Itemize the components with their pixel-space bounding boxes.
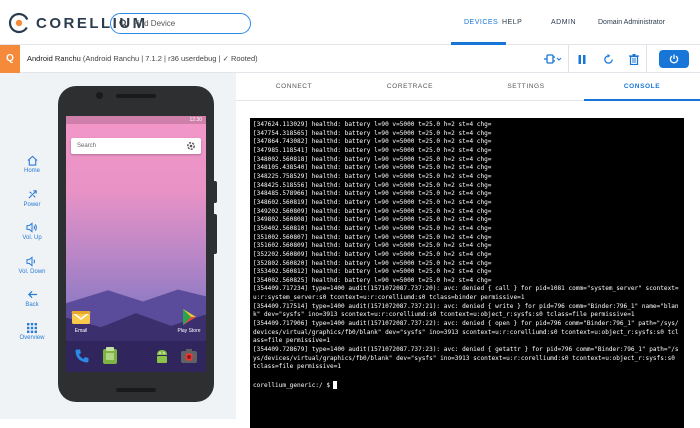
console-cursor (333, 381, 338, 390)
phone-search-placeholder: Search (77, 143, 97, 149)
mic-icon (187, 142, 195, 150)
search-input[interactable] (133, 19, 243, 28)
app-email-label: Email (74, 328, 88, 334)
camera-app-icon[interactable] (180, 348, 198, 364)
control-vol-down[interactable]: Vol. Down (12, 249, 52, 283)
pause-button[interactable] (569, 45, 595, 73)
console-prompt[interactable]: corellium_generic:/ $ (253, 381, 681, 390)
control-overview-label: Overview (19, 335, 45, 342)
phone-volume-rocker (213, 214, 217, 254)
plug-icon (544, 54, 562, 64)
app-email[interactable]: Email (70, 308, 92, 334)
control-vol-up-label: Vol. Up (22, 235, 42, 242)
grid-icon (27, 323, 37, 334)
control-overview[interactable]: Overview (12, 316, 52, 350)
power-area (646, 45, 700, 73)
control-home[interactable]: Home (12, 148, 52, 182)
nav-devices[interactable]: DEVICES (451, 0, 506, 45)
phone-search-bar[interactable]: Search (71, 138, 201, 154)
bottom-speaker (116, 388, 156, 392)
device-controls: Home Power Vol. Up Vol. Down Back Overvi… (12, 148, 52, 349)
restart-icon (603, 53, 613, 64)
email-app-icon (71, 311, 91, 324)
app-dock (66, 341, 206, 372)
control-back-label: Back (25, 302, 39, 309)
search-icon (119, 19, 128, 28)
trash-icon (629, 53, 639, 65)
back-arrow-icon (27, 291, 37, 299)
device-badge: Q (0, 45, 20, 73)
power-button[interactable] (658, 50, 689, 68)
control-vol-up[interactable]: Vol. Up (12, 215, 52, 249)
phone-clock: 12:30 (189, 117, 202, 123)
restart-button[interactable] (595, 45, 621, 73)
console-terminal[interactable]: [347624.113029] healthd: battery l=90 v=… (250, 118, 684, 428)
phone-frame: 12:30 Search Email Play Store (58, 86, 217, 402)
messages-app-icon[interactable] (102, 347, 118, 365)
pause-icon (578, 54, 586, 64)
device-panel: Home Power Vol. Up Vol. Down Back Overvi… (0, 73, 236, 419)
device-toolbar (538, 45, 647, 73)
connect-button[interactable] (538, 45, 568, 73)
control-power-label: Power (23, 201, 41, 208)
power-icon (669, 54, 678, 64)
control-vol-down-label: Vol. Down (18, 268, 46, 275)
phone-side-button (213, 181, 217, 203)
power-off-icon (27, 190, 37, 199)
nav-help[interactable]: HELP (501, 0, 538, 45)
control-power[interactable]: Power (12, 182, 52, 216)
top-speaker (116, 94, 156, 98)
device-title: Android Ranchu (Android Ranchu | 7.1.2 |… (27, 45, 258, 73)
app-playstore-label: Play Store (177, 328, 201, 334)
control-back[interactable]: Back (12, 282, 52, 316)
tab-settings[interactable]: SETTINGS (468, 73, 584, 100)
tab-console[interactable]: CONSOLE (584, 73, 700, 101)
device-name: Android Ranchu (27, 54, 81, 63)
top-nav: CORELLIUM DEVICES HELP ADMIN Domain Admi… (0, 0, 700, 45)
user-menu[interactable]: Domain Administrator (598, 0, 665, 45)
phone-screen[interactable]: 12:30 Search Email Play Store (66, 116, 206, 372)
app-playstore[interactable]: Play Store (176, 308, 202, 334)
corellium-logo-icon (8, 12, 30, 34)
phone-app-icon[interactable] (74, 348, 90, 364)
device-detail-panel: CONNECT CORETRACE SETTINGS CONSOLE [3476… (236, 73, 700, 428)
nav-admin[interactable]: ADMIN (538, 0, 582, 45)
console-prompt-text: corellium_generic:/ $ (253, 381, 331, 389)
tab-connect[interactable]: CONNECT (236, 73, 352, 100)
front-camera (96, 92, 103, 99)
search-box[interactable] (110, 13, 251, 34)
android-app-icon[interactable] (154, 347, 170, 365)
main-nav: DEVICES HELP ADMIN (451, 0, 582, 45)
tab-coretrace[interactable]: CORETRACE (352, 73, 468, 100)
phone-status-bar: 12:30 (66, 116, 206, 124)
device-details: (Android Ranchu | 7.1.2 | r36 userdebug … (82, 54, 258, 63)
home-icon (27, 155, 37, 166)
detail-tabs: CONNECT CORETRACE SETTINGS CONSOLE (236, 73, 700, 101)
volume-up-icon (26, 222, 37, 233)
playstore-icon (183, 309, 196, 325)
console-log: [347624.113029] healthd: battery l=90 v=… (253, 121, 679, 371)
delete-button[interactable] (621, 45, 647, 73)
volume-down-icon (26, 256, 36, 267)
control-home-label: Home (23, 168, 40, 175)
device-header: Q Android Ranchu (Android Ranchu | 7.1.2… (0, 45, 700, 73)
